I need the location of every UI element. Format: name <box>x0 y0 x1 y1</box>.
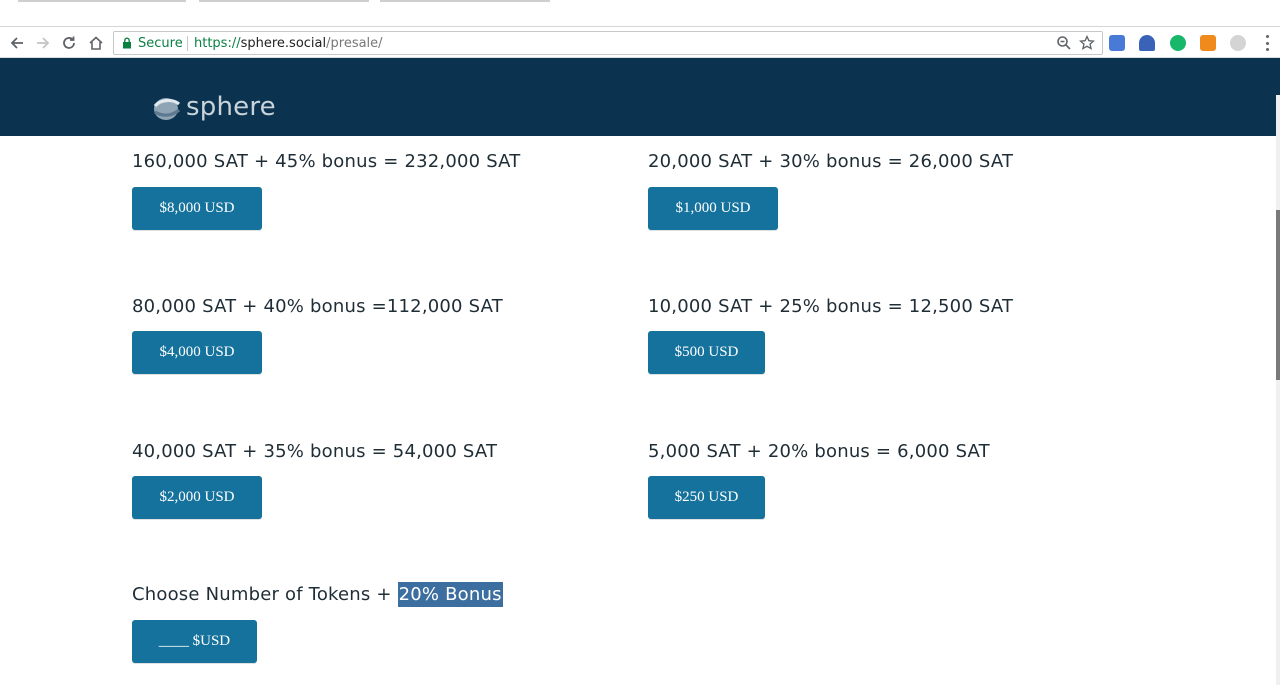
offer-title: 10,000 SAT + 25% bonus = 12,500 SAT <box>648 296 1014 317</box>
url-scheme: https:// <box>194 36 241 51</box>
reload-icon[interactable] <box>58 32 80 54</box>
wordpress-extension-icon[interactable] <box>1230 35 1246 51</box>
secure-label: Secure <box>138 36 183 51</box>
url-text[interactable]: https://sphere.social/presale/ <box>194 36 383 51</box>
custom-tokens-title: Choose Number of Tokens + 20% Bonus <box>132 582 503 607</box>
address-bar[interactable]: Secure https://sphere.social/presale/ <box>113 31 1103 55</box>
browser-tab[interactable] <box>18 0 186 2</box>
offer-title: 160,000 SAT + 45% bonus = 232,000 SAT <box>132 151 521 172</box>
url-host: sphere.social <box>240 36 327 51</box>
custom-tokens-label: Choose Number of Tokens + <box>132 584 392 605</box>
buy-2000-button[interactable]: $2,000 USD <box>132 476 262 519</box>
bookmark-star-icon[interactable] <box>1079 35 1095 51</box>
custom-usd-button[interactable]: ____ $USD <box>132 620 257 663</box>
offer-title: 5,000 SAT + 20% bonus = 6,000 SAT <box>648 441 990 462</box>
translate-extension-icon[interactable] <box>1109 35 1125 51</box>
offer-title: 80,000 SAT + 40% bonus =112,000 SAT <box>132 296 503 317</box>
offer-title: 20,000 SAT + 30% bonus = 26,000 SAT <box>648 151 1014 172</box>
offer-title: 40,000 SAT + 35% bonus = 54,000 SAT <box>132 441 498 462</box>
shopping-extension-icon[interactable] <box>1200 35 1216 51</box>
site-header: sphere <box>0 58 1280 136</box>
browser-tab[interactable] <box>380 0 550 2</box>
zoom-icon[interactable] <box>1056 35 1072 51</box>
sphere-logo-icon[interactable] <box>152 94 182 122</box>
url-path: /presale/ <box>326 36 383 51</box>
bonus-highlight: 20% Bonus <box>397 582 503 607</box>
buy-4000-button[interactable]: $4,000 USD <box>132 331 262 374</box>
site-logo-text[interactable]: sphere <box>186 92 276 122</box>
buy-8000-button[interactable]: $8,000 USD <box>132 187 262 230</box>
lock-icon <box>123 37 131 49</box>
browser-toolbar: Secure https://sphere.social/presale/ <box>0 28 1280 58</box>
home-icon[interactable] <box>85 32 107 54</box>
page-scrollbar-thumb[interactable] <box>1276 210 1280 380</box>
page-scrollbar-track[interactable] <box>1276 95 1280 685</box>
account-extension-icon[interactable] <box>1139 35 1155 51</box>
browser-tab-strip <box>0 0 1280 27</box>
browser-menu-icon[interactable] <box>1266 35 1270 51</box>
grammarly-extension-icon[interactable] <box>1170 35 1186 51</box>
buy-1000-button[interactable]: $1,000 USD <box>648 187 778 230</box>
browser-tab[interactable] <box>199 0 369 2</box>
buy-250-button[interactable]: $250 USD <box>648 476 765 519</box>
back-icon[interactable] <box>6 32 28 54</box>
address-divider <box>187 36 188 51</box>
buy-500-button[interactable]: $500 USD <box>648 331 765 374</box>
forward-icon[interactable] <box>32 32 54 54</box>
